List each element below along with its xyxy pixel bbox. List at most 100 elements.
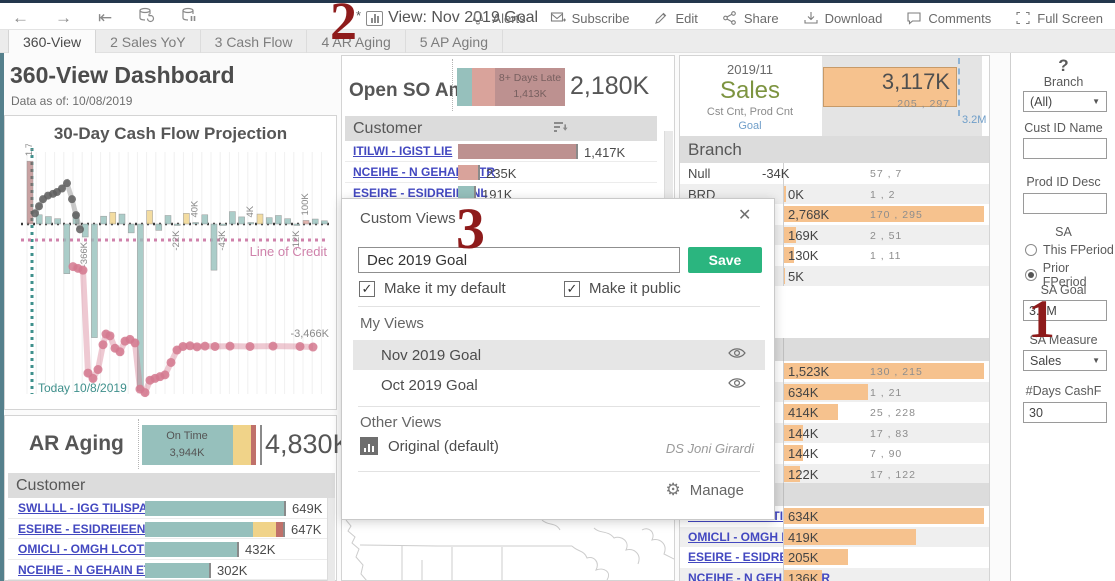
so-value: 235K <box>486 166 516 181</box>
my-view-row[interactable]: Oct 2019 Goal <box>353 370 765 400</box>
sales-period: 2019/11 <box>680 62 820 77</box>
redo-icon[interactable]: → <box>55 8 72 28</box>
help-icon[interactable]: ? <box>1011 56 1115 76</box>
ar-aging-panel: AR Aging On Time3,944K 4,830K Customer S… <box>4 415 337 581</box>
cash-flow-chart[interactable]: 1,770K-366K-22K40K-43K4K-12K100K-3,466KL… <box>5 144 336 406</box>
divider <box>358 471 760 472</box>
branch-row[interactable]: Null-34K57 , 7 <box>680 163 989 184</box>
my-view-row[interactable]: Nov 2019 Goal <box>353 340 765 370</box>
divider <box>358 306 760 307</box>
refresh-data-icon[interactable] <box>138 7 155 29</box>
sa-measure-dropdown[interactable]: Sales▼ <box>1023 350 1107 371</box>
branch-counts: 1 , 21 <box>870 387 902 399</box>
alerts-button[interactable]: Alerts <box>470 10 525 26</box>
make-public-checkbox[interactable]: ✓ <box>564 281 580 297</box>
branch-value: 144K <box>788 446 818 461</box>
branch-counts: 17 , 83 <box>870 428 909 440</box>
branch-row[interactable]: OMICLI - OMGH LCOTI419K <box>680 527 989 548</box>
days-cashf-input[interactable] <box>1023 402 1107 423</box>
ar-value: 302K <box>217 563 247 578</box>
download-button[interactable]: Download <box>803 10 883 26</box>
close-icon[interactable]: ✕ <box>738 205 751 225</box>
ar-bar <box>145 522 305 537</box>
branch-counts: 1 , 11 <box>870 250 902 262</box>
cust-id-input[interactable] <box>1023 138 1107 159</box>
chevron-down-icon: ▼ <box>1092 97 1100 106</box>
manage-button[interactable]: ⚙ Manage <box>666 480 744 500</box>
so-row[interactable]: ITILWI - IGIST LIE1,417K <box>345 141 657 162</box>
svg-text:4K: 4K <box>245 205 256 217</box>
eye-icon[interactable] <box>727 376 747 390</box>
tab-3-cash-flow[interactable]: 3 Cash Flow <box>201 30 308 53</box>
svg-text:40K: 40K <box>190 200 201 218</box>
so-row[interactable]: NCEIHE - N GEHAIN ETR235K <box>345 162 657 183</box>
revert-icon[interactable]: ⇤ <box>98 8 112 28</box>
pencil-icon <box>653 10 669 26</box>
sa-measure-label: SA Measure <box>1011 333 1115 347</box>
red-segment <box>251 425 256 465</box>
edit-button[interactable]: Edit <box>653 10 697 26</box>
subscribe-button[interactable]: Subscribe <box>550 10 630 26</box>
branch-counts: 7 , 90 <box>870 448 902 460</box>
ar-row[interactable]: ESEIRE - ESIDREIEENL 647K <box>8 519 335 540</box>
ar-scrollbar[interactable] <box>327 498 335 581</box>
divider <box>358 406 760 407</box>
toolbar-actions: Alerts Subscribe Edit Share Download Comments… <box>470 8 1103 28</box>
customer-link[interactable]: OMICLI - OMGH LCOTI <box>18 542 147 556</box>
branch-value: 130K <box>788 248 818 263</box>
eye-icon[interactable] <box>727 346 747 360</box>
custom-view-icon <box>366 11 383 26</box>
branch-counts: 130 , 215 <box>870 366 923 378</box>
branch-counts: 57 , 7 <box>870 168 902 180</box>
this-fperiod-radio[interactable]: This FPeriod <box>1025 243 1114 257</box>
other-view-row[interactable]: Original (default) <box>360 437 499 455</box>
ar-customer-header[interactable]: Customer <box>8 473 335 498</box>
sort-icon[interactable] <box>554 122 569 135</box>
ar-row[interactable]: NCEIHE - N GEHAIN ET. 302K <box>8 560 335 581</box>
annotation-2: 2 <box>330 0 357 48</box>
full-screen-button[interactable]: Full Screen <box>1015 10 1103 26</box>
so-total: 2,180K <box>570 72 649 101</box>
ar-value: 647K <box>291 522 321 537</box>
comments-button[interactable]: Comments <box>906 10 991 26</box>
pause-updates-icon[interactable] <box>181 7 198 29</box>
svg-text:100K: 100K <box>300 193 311 216</box>
prod-id-input[interactable] <box>1023 193 1107 214</box>
svg-text:Line of Credit: Line of Credit <box>250 244 328 259</box>
customer-link[interactable]: SWLLLL - IGG TILISPAL <box>18 501 155 515</box>
branch-value: 634K <box>788 509 818 524</box>
customer-link[interactable]: NCEIHE - N GEHAIN ET. <box>18 563 153 577</box>
svg-text:Today 10/8/2019: Today 10/8/2019 <box>38 381 127 395</box>
ar-on-time-label: On Time3,944K <box>142 428 232 461</box>
so-customer-header[interactable]: Customer <box>345 116 657 141</box>
tab-2-sales-yoy[interactable]: 2 Sales YoY <box>96 30 201 53</box>
branch-header[interactable]: Branch <box>680 136 989 163</box>
pink-segment <box>472 68 495 106</box>
page-title: 360-View Dashboard <box>10 62 235 89</box>
branch-value: 169K <box>788 228 818 243</box>
share-icon <box>722 10 738 26</box>
tab-5-ap-aging[interactable]: 5 AP Aging <box>406 30 503 53</box>
branch-value: 2,768K <box>788 207 829 222</box>
undo-icon[interactable]: ← <box>12 8 29 28</box>
branch-row[interactable]: ESEIRE - ESIDREIEENL205K <box>680 547 989 568</box>
so-scrollbar[interactable] <box>664 131 673 204</box>
ar-row[interactable]: OMICLI - OMGH LCOTI432K <box>8 539 335 560</box>
map-outline <box>342 520 675 581</box>
branch-value: 205K <box>788 550 818 565</box>
share-button[interactable]: Share <box>722 10 779 26</box>
map-panel[interactable] <box>341 520 675 581</box>
make-default-checkbox[interactable]: ✓ <box>359 281 375 297</box>
cust-id-label: Cust ID Name <box>1011 121 1115 135</box>
ar-divider <box>138 419 139 469</box>
tab-360-view[interactable]: 360-View <box>8 30 96 53</box>
customer-link[interactable]: ITILWI - IGIST LIE <box>353 144 452 158</box>
view-name-input[interactable] <box>358 247 680 273</box>
branch-filter-dropdown[interactable]: (All)▼ <box>1023 91 1107 112</box>
svg-text:-22K: -22K <box>171 230 182 251</box>
ar-row[interactable]: SWLLLL - IGG TILISPAL649K <box>8 498 335 519</box>
branch-row[interactable]: NCEIHE - N GEHAIN ETR136K <box>680 568 989 581</box>
save-button[interactable]: Save <box>688 247 762 273</box>
sales-value: 3,117K <box>830 69 950 95</box>
customer-link[interactable]: ESEIRE - ESIDREIEENL <box>18 522 153 536</box>
